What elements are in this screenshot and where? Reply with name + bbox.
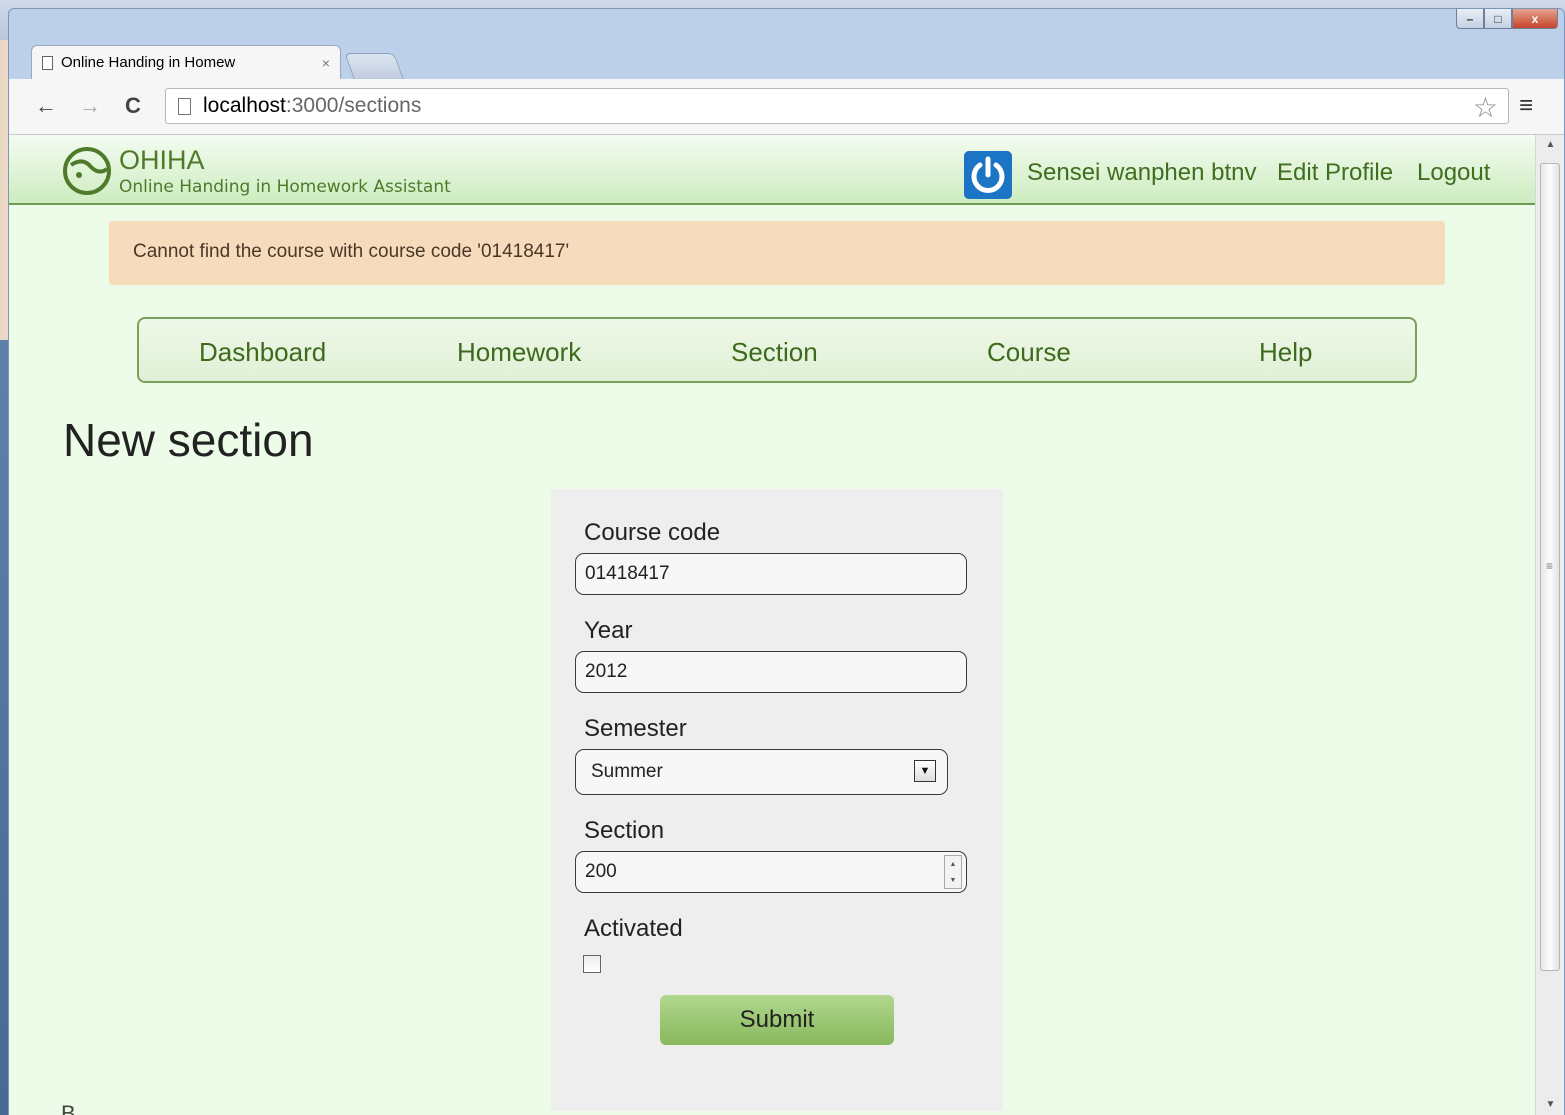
vertical-scrollbar[interactable]: ▲ ≡ ▼ [1535, 135, 1564, 1115]
activated-checkbox[interactable] [583, 955, 601, 973]
section-number-input[interactable]: 200 ▲ ▼ [575, 851, 967, 893]
main-navigation: Dashboard Homework Section Course Help [137, 317, 1417, 383]
semester-selected-value: Summer [591, 761, 663, 782]
page-title: New section [63, 414, 314, 466]
close-window-button[interactable]: x [1512, 9, 1558, 29]
window-controls: – □ x [1456, 9, 1558, 29]
number-spinner[interactable]: ▲ ▼ [944, 855, 962, 889]
spin-down-icon[interactable]: ▼ [950, 877, 957, 884]
nav-dashboard[interactable]: Dashboard [199, 337, 326, 368]
ohiha-logo-icon [63, 147, 111, 195]
nav-help[interactable]: Help [1259, 337, 1312, 368]
bookmark-star-icon[interactable]: ☆ [1473, 91, 1498, 124]
spin-up-icon[interactable]: ▲ [950, 861, 957, 868]
nav-homework[interactable]: Homework [457, 337, 581, 368]
minimize-button[interactable]: – [1456, 9, 1484, 29]
address-bar[interactable]: localhost:3000/sections ☆ [165, 88, 1509, 124]
power-icon[interactable] [964, 151, 1012, 199]
tab-close-icon[interactable]: × [322, 55, 330, 71]
user-name-link[interactable]: Sensei wanphen btnv [1027, 159, 1257, 187]
grip-icon: ≡ [1546, 559, 1554, 573]
nav-section[interactable]: Section [731, 337, 818, 368]
browser-toolbar: ← → C localhost:3000/sections ☆ ≡ [9, 79, 1564, 135]
activated-label: Activated [584, 915, 683, 942]
tab-title: Online Handing in Homew [61, 54, 236, 71]
url-host: localhost [203, 94, 286, 117]
new-tab-button[interactable] [344, 53, 404, 79]
semester-select[interactable]: Summer ▼ [575, 749, 948, 795]
back-arrow-icon[interactable]: ← [35, 93, 57, 119]
maximize-button[interactable]: □ [1484, 9, 1512, 29]
new-section-form: Course code Year Semester Summer ▼ Secti… [551, 489, 1003, 1111]
page-icon [42, 55, 53, 70]
forward-arrow-icon[interactable]: → [79, 93, 101, 119]
submit-button[interactable]: Submit [660, 995, 894, 1045]
course-code-label: Course code [584, 519, 721, 546]
tab-strip: Online Handing in Homew × [31, 45, 1531, 79]
url-path: :3000/sections [285, 94, 422, 117]
section-value: 200 [585, 861, 617, 882]
year-input[interactable] [575, 651, 967, 693]
reload-icon[interactable]: C [125, 93, 141, 119]
browser-tab-active[interactable]: Online Handing in Homew × [31, 45, 341, 79]
site-header: OHIHA Online Handing in Homework Assista… [9, 135, 1535, 205]
flash-alert: Cannot find the course with course code … [109, 221, 1445, 285]
scroll-thumb[interactable]: ≡ [1540, 163, 1560, 971]
section-label: Section [584, 817, 665, 844]
browser-window: – □ x Online Handing in Homew × ← → C lo… [8, 8, 1565, 1115]
year-label: Year [584, 617, 633, 644]
browser-menu-icon[interactable]: ≡ [1519, 92, 1533, 120]
edit-profile-link[interactable]: Edit Profile [1277, 159, 1393, 187]
semester-label: Semester [584, 715, 687, 742]
course-code-input[interactable] [575, 553, 967, 595]
scroll-down-arrow-icon[interactable]: ▼ [1536, 1095, 1565, 1115]
page-viewport: OHIHA Online Handing in Homework Assista… [9, 135, 1535, 1115]
footer-partial-text: B... [61, 1101, 95, 1115]
page-icon [178, 97, 191, 115]
logout-link[interactable]: Logout [1417, 159, 1490, 187]
nav-course[interactable]: Course [987, 337, 1071, 368]
scroll-up-arrow-icon[interactable]: ▲ [1536, 135, 1565, 155]
logo-subtitle: Online Handing in Homework Assistant [119, 177, 451, 197]
logo-title[interactable]: OHIHA [119, 145, 205, 176]
chevron-down-icon[interactable]: ▼ [914, 760, 936, 782]
